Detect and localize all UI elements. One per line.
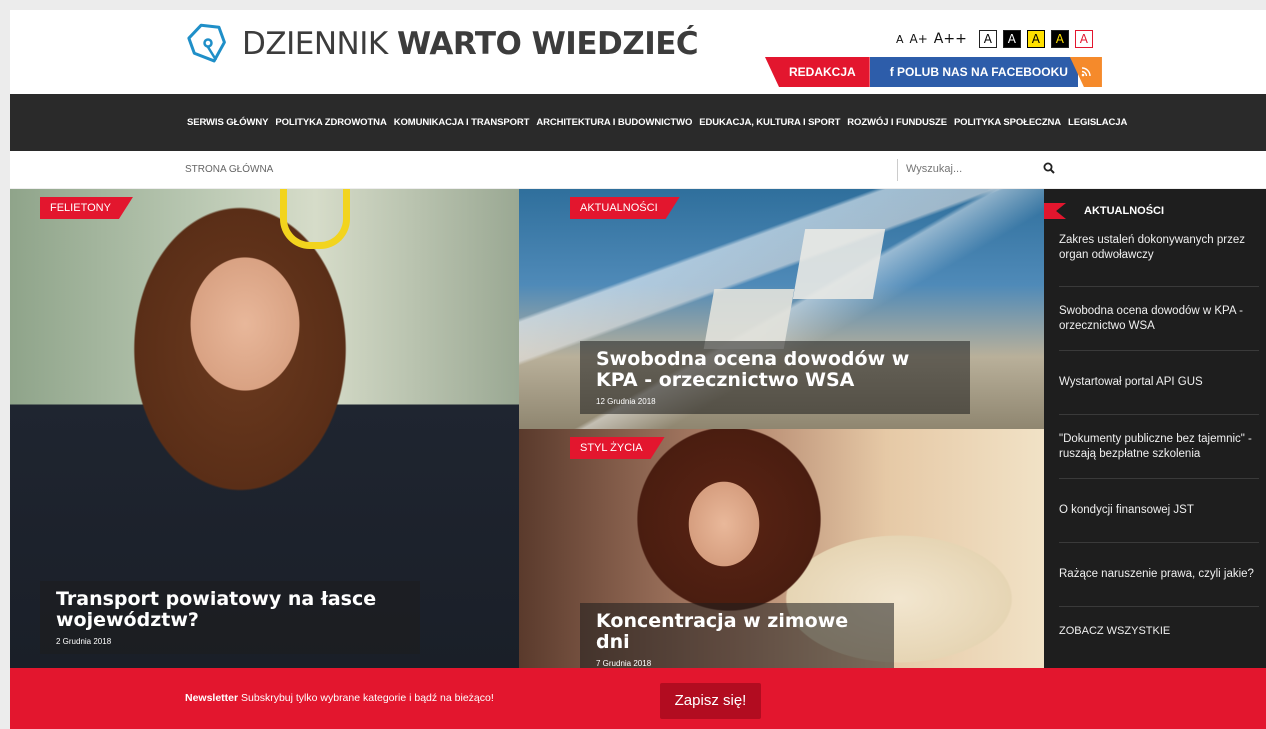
search-input[interactable] <box>898 159 1028 179</box>
facebook-button[interactable]: f POLUB NAS NA FACEBOOKU <box>869 57 1078 87</box>
newsletter-description: Subskrybuj tylko wybrane kategorie i bąd… <box>238 692 494 704</box>
contrast-black-yellow[interactable]: A <box>1050 30 1069 48</box>
article-title[interactable]: Swobodna ocena dowodów w KPA - orzecznic… <box>596 349 954 391</box>
site-logo[interactable]: DZIENNIK WARTO WIEDZIEĆ <box>186 22 699 66</box>
search-box <box>897 159 1067 181</box>
nav-item-polityka-spoleczna[interactable]: POLITYKA SPOŁECZNA <box>954 117 1061 128</box>
article-caption: Transport powiatowy na łasce województw?… <box>40 581 420 654</box>
file-tab-graphic <box>703 289 795 349</box>
article-caption: Swobodna ocena dowodów w KPA - orzecznic… <box>580 341 970 414</box>
newsletter-label: Newsletter <box>185 692 239 704</box>
category-tag[interactable]: FELIETONY <box>40 197 133 219</box>
bus-handle-graphic <box>280 189 350 249</box>
article-title[interactable]: Koncentracja w zimowe dni <box>596 611 878 653</box>
main-nav: SERWIS GŁÓWNY POLITYKA ZDROWOTNA KOMUNIK… <box>10 94 1266 151</box>
nav-item-polityka-zdrowotna[interactable]: POLITYKA ZDROWOTNA <box>275 117 386 128</box>
see-all-link[interactable]: ZOBACZ WSZYSTKIE <box>1059 607 1259 637</box>
sidebar-list: Zakres ustaleń dokonywanych przez organ … <box>1059 233 1259 637</box>
sidebar-news-item[interactable]: Zakres ustaleń dokonywanych przez organ … <box>1059 233 1259 287</box>
nav-item-architektura[interactable]: ARCHITEKTURA I BUDOWNICTWO <box>536 117 692 128</box>
nav-item-serwis-glowny[interactable]: SERWIS GŁÓWNY <box>187 117 268 128</box>
sidebar-news-item[interactable]: O kondycji finansowej JST <box>1059 479 1259 543</box>
page-frame: DZIENNIK WARTO WIEDZIEĆ A A+ A++ A A A A… <box>10 10 1266 729</box>
logo-text-bold: WARTO WIEDZIEĆ <box>397 26 699 62</box>
sidebar-title: AKTUALNOŚCI <box>1084 205 1165 217</box>
pen-nib-icon <box>187 23 226 63</box>
category-tag[interactable]: AKTUALNOŚCI <box>570 197 680 219</box>
contrast-controls: A A A A A <box>978 30 1093 48</box>
sidebar-news-item[interactable]: Rażące naruszenie prawa, czyli jakie? <box>1059 543 1259 607</box>
newsletter-text: Newsletter Subskrybuj tylko wybrane kate… <box>185 692 494 704</box>
nav-item-edukacja[interactable]: EDUKACJA, KULTURA I SPORT <box>699 117 840 128</box>
logo-text: DZIENNIK WARTO WIEDZIEĆ <box>242 26 699 62</box>
article-title[interactable]: Transport powiatowy na łasce województw? <box>56 589 404 631</box>
breadcrumb-bar: STRONA GŁÓWNA <box>10 151 1266 189</box>
article-date: 7 Grudnia 2018 <box>596 659 652 668</box>
font-size-large[interactable]: A+ <box>910 32 928 46</box>
font-size-controls: A A+ A++ A A A A A <box>896 30 1093 48</box>
featured-article-c[interactable]: STYL ŻYCIA Koncentracja w zimowe dni 7 G… <box>519 429 1044 668</box>
article-caption: Koncentracja w zimowe dni 7 Grudnia 2018 <box>580 603 894 668</box>
nav-item-legislacja[interactable]: LEGISLACJA <box>1068 117 1127 128</box>
logo-text-light: DZIENNIK <box>242 26 398 62</box>
sidebar-news-item[interactable]: Swobodna ocena dowodów w KPA - orzecznic… <box>1059 287 1259 351</box>
sidebar-news-item[interactable]: "Dokumenty publiczne bez tajemnic" - rus… <box>1059 415 1259 479</box>
font-size-normal[interactable]: A <box>896 33 904 46</box>
nav-item-rozwoj[interactable]: ROZWÓJ I FUNDUSZE <box>847 117 947 128</box>
newsletter-bar: Newsletter Subskrybuj tylko wybrane kate… <box>10 668 1266 729</box>
subscribe-button[interactable]: Zapisz się! <box>660 683 761 719</box>
article-date: 2 Grudnia 2018 <box>56 637 112 646</box>
contrast-black-white[interactable]: A <box>1002 30 1021 48</box>
font-size-xlarge[interactable]: A++ <box>934 31 967 47</box>
category-tag[interactable]: STYL ŻYCIA <box>570 437 665 459</box>
section-flag-icon <box>1044 203 1066 219</box>
header-buttons: REDAKCJA f POLUB NAS NA FACEBOOKU <box>765 57 1102 87</box>
contrast-red[interactable]: A <box>1074 30 1093 48</box>
featured-article-a[interactable]: FELIETONY Transport powiatowy na łasce w… <box>10 189 519 668</box>
nav-item-komunikacja[interactable]: KOMUNIKACJA I TRANSPORT <box>394 117 530 128</box>
redakcja-button[interactable]: REDAKCJA <box>765 57 870 87</box>
breadcrumb[interactable]: STRONA GŁÓWNA <box>185 164 273 175</box>
article-date: 12 Grudnia 2018 <box>596 397 656 406</box>
news-sidebar: AKTUALNOŚCI Zakres ustaleń dokonywanych … <box>1044 189 1266 668</box>
file-tab-graphic <box>792 229 886 299</box>
featured-article-b[interactable]: AKTUALNOŚCI Swobodna ocena dowodów w KPA… <box>519 189 1044 429</box>
contrast-yellow-black[interactable]: A <box>1026 30 1045 48</box>
site-header: DZIENNIK WARTO WIEDZIEĆ A A+ A++ A A A A… <box>10 10 1266 94</box>
sidebar-news-item[interactable]: Wystartował portal API GUS <box>1059 351 1259 415</box>
search-icon[interactable] <box>1043 162 1055 177</box>
contrast-default[interactable]: A <box>978 30 997 48</box>
